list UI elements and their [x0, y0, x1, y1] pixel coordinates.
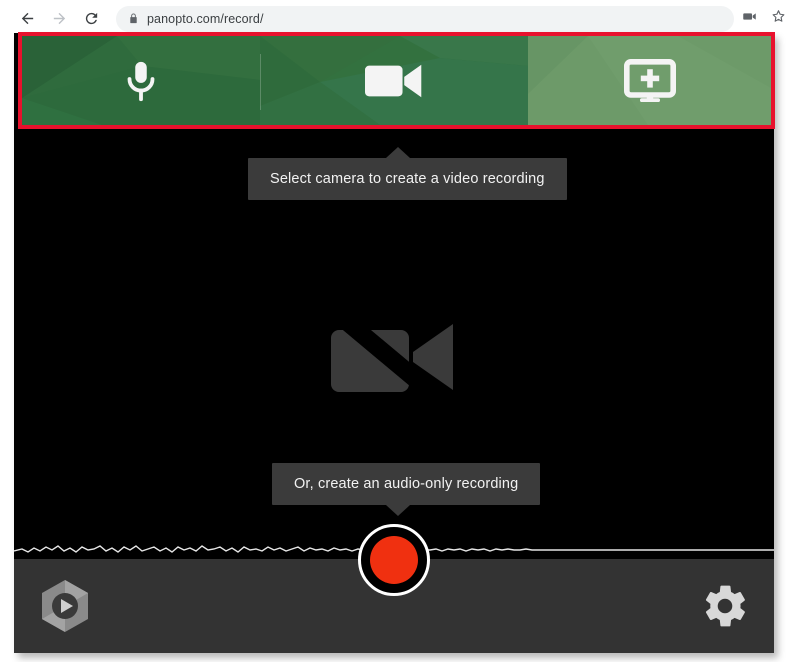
address-bar[interactable]: panopto.com/record/ [116, 6, 734, 32]
back-arrow-icon [19, 10, 36, 27]
star-icon [771, 9, 786, 24]
cast-button[interactable] [742, 9, 757, 29]
reload-icon [83, 10, 100, 27]
forward-arrow-icon [51, 10, 68, 27]
source-selection-toolbar [22, 36, 771, 125]
audio-source-panel[interactable] [22, 36, 260, 125]
audio-tooltip: Or, create an audio-only recording [272, 463, 540, 505]
screenshot-root: panopto.com/record/ [0, 0, 800, 662]
browser-toolbar: panopto.com/record/ [0, 0, 800, 37]
record-indicator [370, 536, 418, 584]
settings-button[interactable] [700, 581, 750, 631]
camera-tooltip: Select camera to create a video recordin… [248, 158, 567, 200]
screen-source-panel[interactable] [528, 36, 771, 125]
back-button[interactable] [14, 6, 40, 32]
video-source-panel[interactable] [260, 36, 528, 125]
tooltip-arrow-up [386, 147, 410, 158]
record-button[interactable] [358, 524, 430, 596]
camera-tooltip-text: Select camera to create a video recordin… [270, 171, 545, 187]
url-text: panopto.com/record/ [147, 12, 264, 26]
cast-icon [742, 9, 757, 24]
panopto-recorder-window: Select camera to create a video recordin… [14, 33, 774, 653]
forward-button[interactable] [46, 6, 72, 32]
microphone-icon [118, 55, 164, 107]
audio-tooltip-text: Or, create an audio-only recording [294, 476, 518, 492]
camera-off-icon [323, 302, 465, 420]
tooltip-arrow-down [386, 505, 410, 516]
panel-divider [260, 54, 261, 110]
video-camera-icon [365, 61, 423, 101]
add-screen-icon [624, 59, 676, 103]
bookmark-button[interactable] [771, 9, 786, 29]
reload-button[interactable] [78, 6, 104, 32]
panopto-logo [38, 578, 92, 634]
gear-icon [700, 581, 750, 631]
lock-icon [128, 12, 139, 25]
browser-actions [742, 9, 786, 29]
